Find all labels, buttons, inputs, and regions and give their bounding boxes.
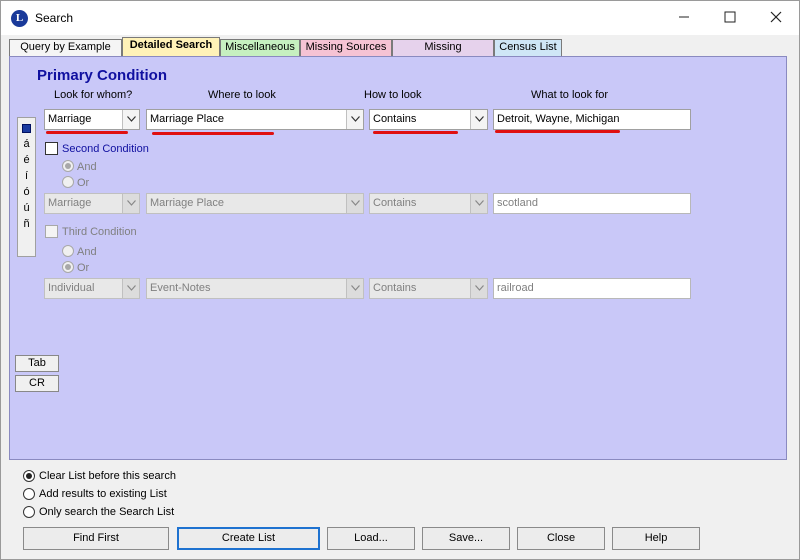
char-o-acute[interactable]: ó	[18, 186, 35, 198]
second-or-radio[interactable]	[62, 176, 74, 188]
close-window-button[interactable]	[753, 1, 799, 35]
chevron-down-icon	[122, 279, 139, 298]
clear-list-label: Clear List before this search	[39, 470, 176, 482]
pin-icon[interactable]	[22, 124, 31, 133]
search-window: L Search Query by Example Detailed Searc…	[0, 0, 800, 560]
char-e-acute[interactable]: é	[18, 154, 35, 166]
highlight-underline	[373, 131, 458, 134]
add-results-radio[interactable]	[23, 488, 35, 500]
save-button[interactable]: Save...	[422, 527, 510, 550]
third-value-input[interactable]: railroad	[493, 278, 691, 299]
tab-query-by-example[interactable]: Query by Example	[9, 39, 122, 56]
chevron-down-icon	[346, 279, 363, 298]
chevron-down-icon	[122, 110, 139, 129]
column-header-whom: Look for whom?	[54, 89, 133, 101]
cr-insert-button[interactable]: CR	[15, 375, 59, 392]
tab-detailed-search[interactable]: Detailed Search	[122, 37, 220, 56]
tab-miscellaneous[interactable]: Miscellaneous	[220, 39, 300, 56]
second-value-input[interactable]: scotland	[493, 193, 691, 214]
find-first-button[interactable]: Find First	[23, 527, 169, 550]
char-n-tilde[interactable]: ñ	[18, 218, 35, 230]
second-how-select[interactable]: Contains	[369, 193, 488, 214]
second-where-select[interactable]: Marriage Place	[146, 193, 364, 214]
highlight-underline	[46, 131, 128, 134]
special-characters-bar: á é í ó ú ñ	[17, 117, 36, 257]
chevron-down-icon	[122, 194, 139, 213]
primary-whom-select[interactable]: Marriage	[44, 109, 140, 130]
highlight-underline	[495, 130, 620, 133]
third-whom-select[interactable]: Individual	[44, 278, 140, 299]
char-u-acute[interactable]: ú	[18, 202, 35, 214]
second-condition-label: Second Condition	[62, 143, 149, 155]
second-or-label: Or	[77, 177, 90, 189]
close-icon	[770, 11, 782, 23]
third-and-label: And	[77, 246, 97, 258]
tab-missing-sources[interactable]: Missing Sources	[300, 39, 392, 56]
column-header-how: How to look	[364, 89, 422, 101]
create-list-button[interactable]: Create List	[177, 527, 320, 550]
primary-value-input[interactable]: Detroit, Wayne, Michigan	[493, 109, 691, 130]
window-title: Search	[35, 11, 74, 25]
primary-how-select[interactable]: Contains	[369, 109, 488, 130]
primary-condition-heading: Primary Condition	[37, 67, 168, 84]
char-a-acute[interactable]: á	[18, 138, 35, 150]
chevron-down-icon	[346, 194, 363, 213]
second-and-radio[interactable]	[62, 160, 74, 172]
chevron-down-icon	[470, 194, 487, 213]
third-where-select[interactable]: Event-Notes	[146, 278, 364, 299]
load-button[interactable]: Load...	[327, 527, 415, 550]
app-logo-icon: L	[11, 10, 28, 27]
primary-where-select[interactable]: Marriage Place	[146, 109, 364, 130]
column-header-what: What to look for	[531, 89, 609, 101]
only-search-radio[interactable]	[23, 506, 35, 518]
title-bar: L Search	[1, 1, 799, 35]
third-and-radio[interactable]	[62, 245, 74, 257]
add-results-label: Add results to existing List	[39, 488, 167, 500]
third-or-radio[interactable]	[62, 261, 74, 273]
column-header-where: Where to look	[208, 89, 276, 101]
tab-missing-information[interactable]: Missing Information	[392, 39, 494, 68]
highlight-underline	[152, 132, 274, 135]
chevron-down-icon	[470, 110, 487, 129]
only-search-label: Only search the Search List	[39, 506, 175, 518]
third-condition-label: Third Condition	[62, 226, 137, 238]
minimize-button[interactable]	[661, 1, 707, 35]
detailed-search-panel: Primary Condition Look for whom? Where t…	[9, 56, 787, 460]
second-whom-select[interactable]: Marriage	[44, 193, 140, 214]
char-i-acute[interactable]: í	[18, 170, 35, 182]
maximize-button[interactable]	[707, 1, 753, 35]
tab-insert-button[interactable]: Tab	[15, 355, 59, 372]
maximize-icon	[724, 11, 736, 23]
third-condition-checkbox[interactable]	[45, 225, 58, 238]
close-button[interactable]: Close	[517, 527, 605, 550]
third-how-select[interactable]: Contains	[369, 278, 488, 299]
tab-census-list[interactable]: Census List	[494, 39, 562, 56]
chevron-down-icon	[470, 279, 487, 298]
clear-list-radio[interactable]	[23, 470, 35, 482]
second-and-label: And	[77, 161, 97, 173]
second-condition-checkbox[interactable]	[45, 142, 58, 155]
chevron-down-icon	[346, 110, 363, 129]
help-button[interactable]: Help	[612, 527, 700, 550]
third-or-label: Or	[77, 262, 90, 274]
minimize-icon	[679, 16, 689, 18]
